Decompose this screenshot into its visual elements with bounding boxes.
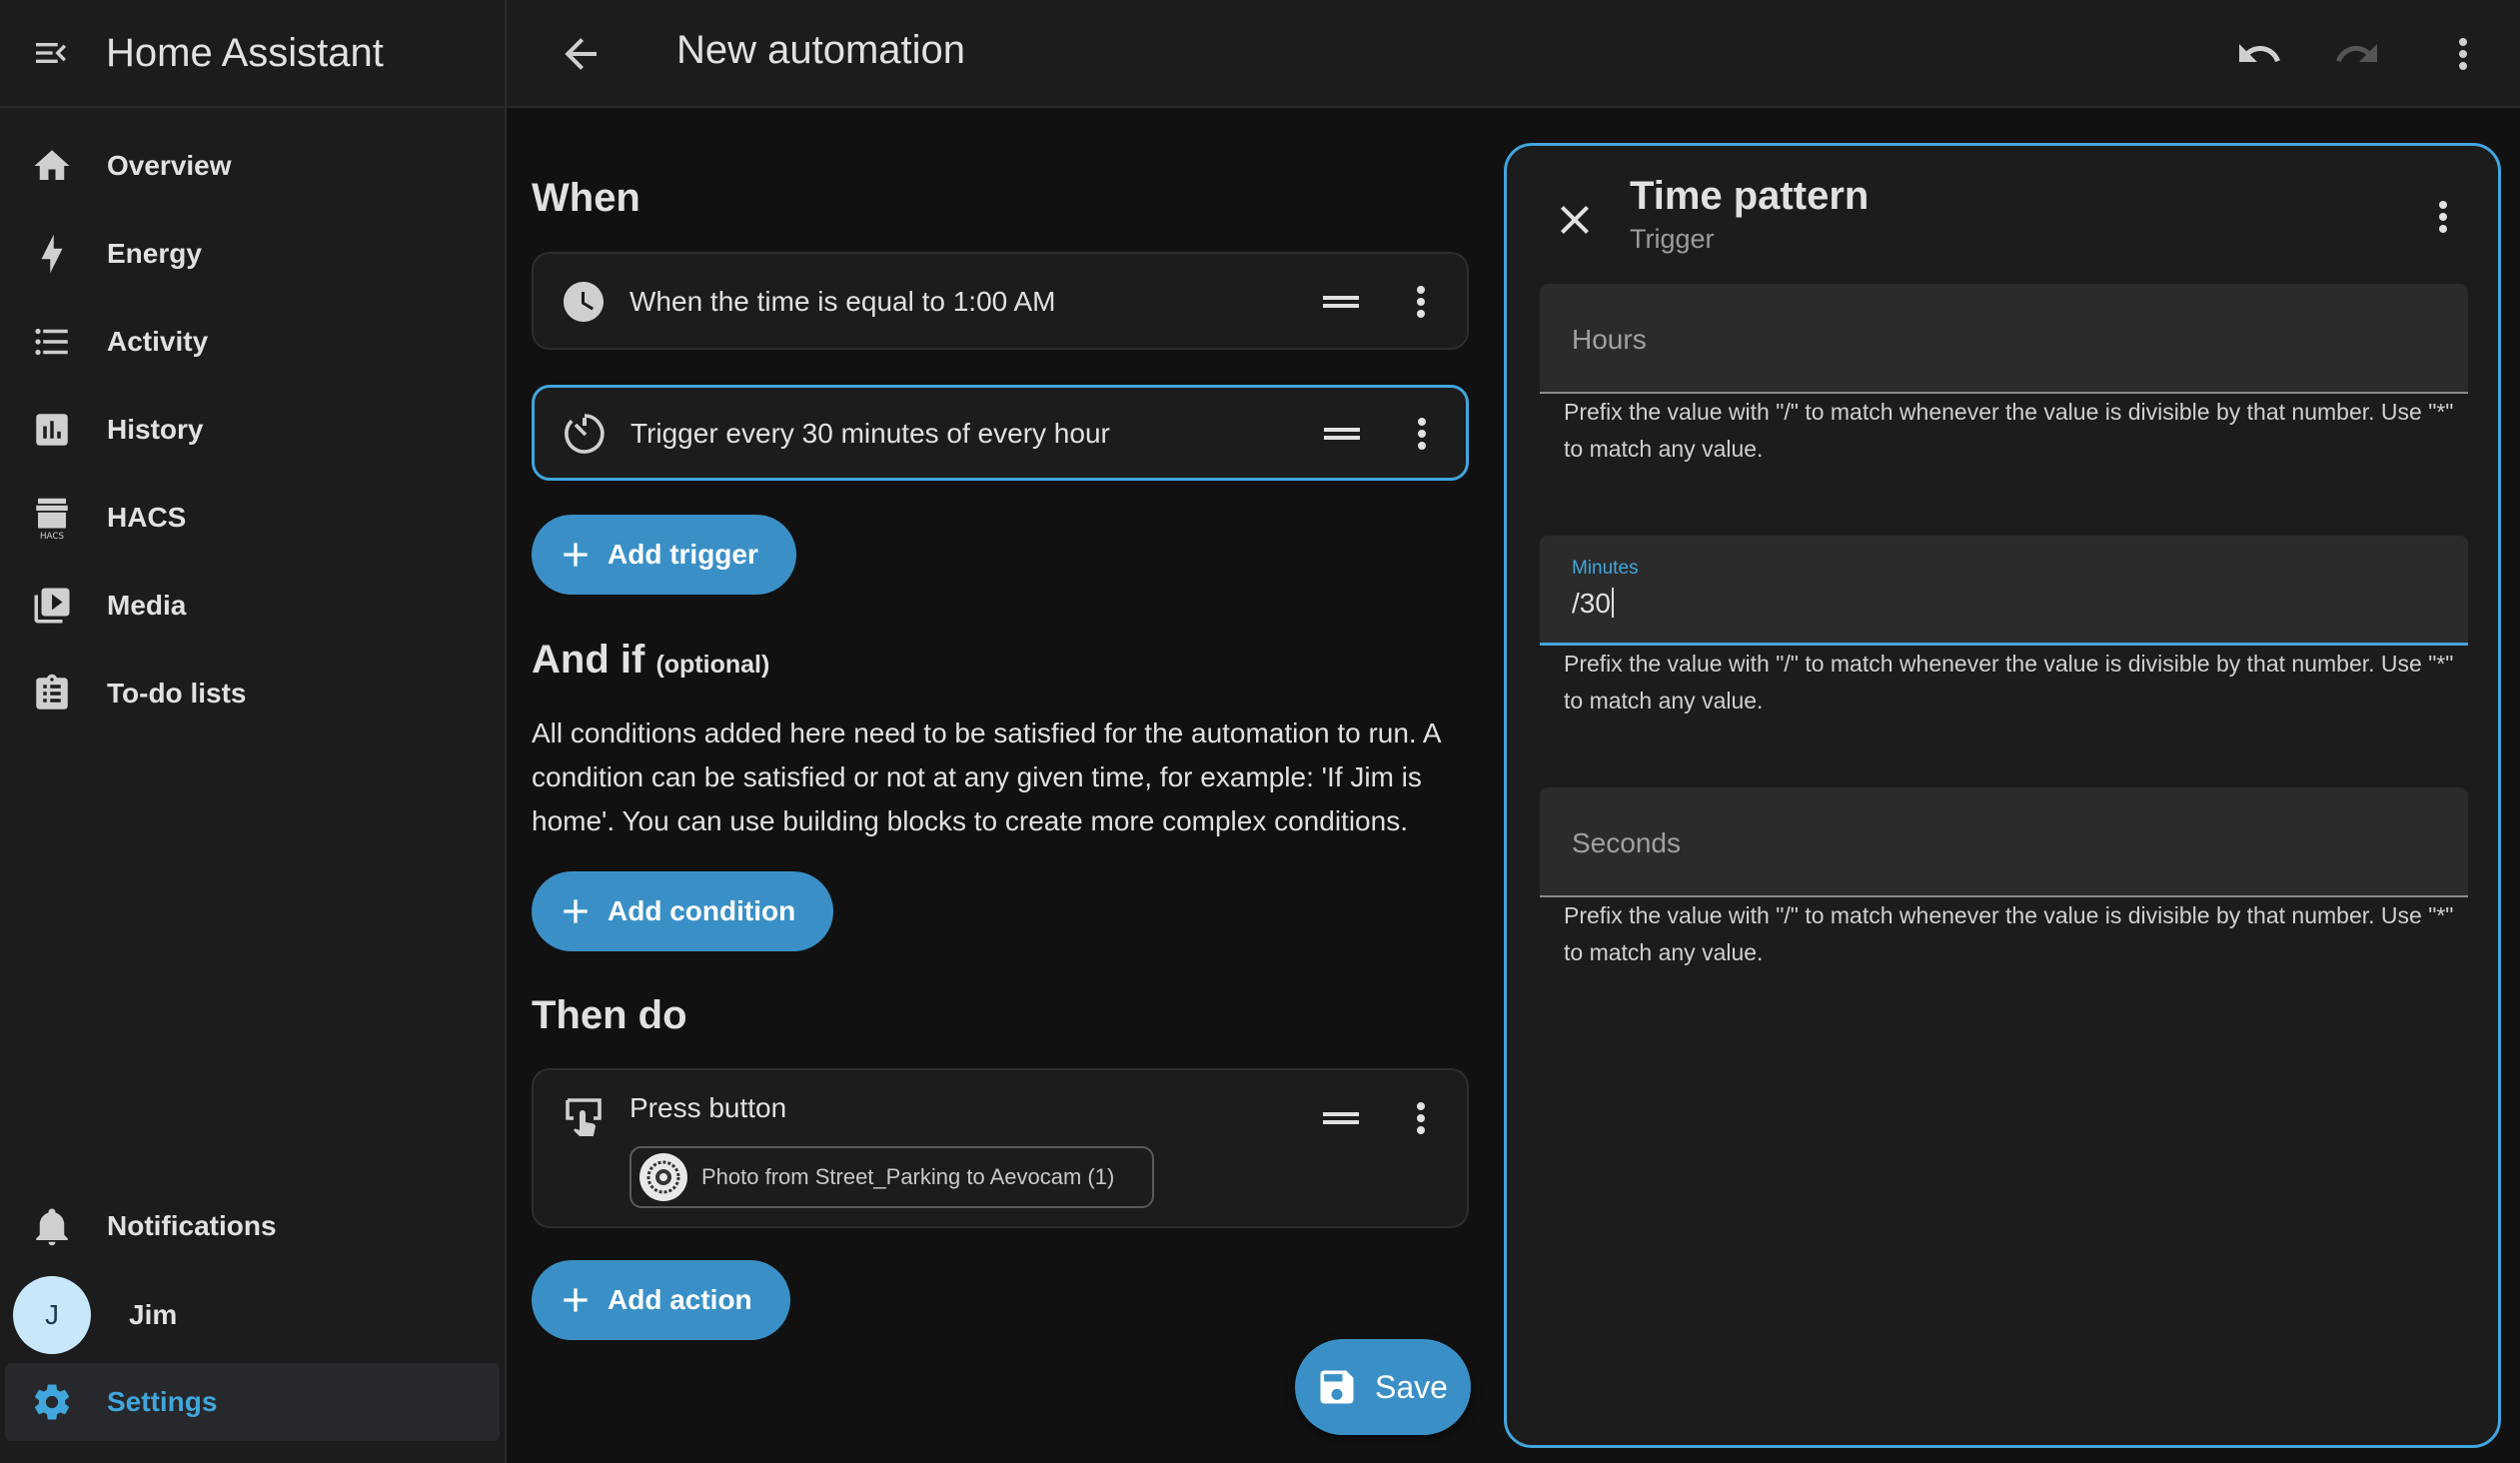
sidebar-item-label: Overview bbox=[107, 150, 232, 181]
plus-icon bbox=[556, 891, 596, 931]
more-vertical-icon[interactable] bbox=[1398, 410, 1446, 458]
close-icon[interactable] bbox=[1551, 196, 1599, 244]
camera-entity-icon bbox=[639, 1153, 687, 1201]
bell-icon bbox=[29, 1203, 75, 1249]
user-name: Jim bbox=[129, 1299, 178, 1330]
content-save-icon bbox=[1315, 1365, 1359, 1409]
gesture-tap-button-icon bbox=[560, 1094, 608, 1142]
sidebar-item-todo-lists[interactable]: To-do lists bbox=[5, 655, 500, 732]
trigger-editor-pane: Time pattern Trigger Hours Prefix the va… bbox=[1504, 143, 2501, 1448]
add-trigger-label: Add trigger bbox=[608, 539, 758, 570]
add-condition-label: Add condition bbox=[608, 895, 796, 926]
pane-subtitle: Trigger bbox=[1630, 224, 1715, 254]
lightning-bolt-icon bbox=[29, 231, 75, 277]
app-title: Home Assistant bbox=[106, 30, 384, 75]
section-title-then-do: Then do bbox=[532, 993, 687, 1037]
minutes-field-label: Minutes bbox=[1572, 558, 1639, 579]
more-vertical-icon[interactable] bbox=[2419, 193, 2467, 241]
home-icon bbox=[29, 143, 75, 189]
sidebar-item-overview[interactable]: Overview bbox=[5, 127, 500, 205]
sidebar-item-activity[interactable]: Activity bbox=[5, 303, 500, 381]
add-condition-button[interactable]: Add condition bbox=[532, 871, 834, 951]
and-if-title: And if bbox=[532, 638, 645, 682]
more-vertical-icon[interactable] bbox=[1397, 1094, 1445, 1142]
svg-text:HACS: HACS bbox=[40, 532, 65, 541]
format-list-icon bbox=[29, 319, 75, 365]
optional-tag: (optional) bbox=[655, 651, 770, 679]
minutes-field-value: /30 bbox=[1572, 588, 1614, 620]
clock-icon bbox=[560, 278, 608, 326]
sidebar-item-label: Settings bbox=[107, 1386, 218, 1417]
add-action-button[interactable]: Add action bbox=[532, 1260, 790, 1340]
plus-icon bbox=[556, 535, 596, 575]
sidebar-item-label: Activity bbox=[107, 326, 209, 357]
more-vertical-icon[interactable] bbox=[2439, 30, 2487, 78]
sidebar-item-label: History bbox=[107, 414, 204, 445]
drag-handle-icon[interactable] bbox=[1318, 410, 1366, 458]
sidebar-item-settings[interactable]: Settings bbox=[5, 1363, 500, 1441]
add-trigger-button[interactable]: Add trigger bbox=[532, 515, 796, 595]
clipboard-list-icon bbox=[29, 671, 75, 717]
hours-helper-text: Prefix the value with "/" to match whene… bbox=[1564, 399, 2454, 462]
sidebar-item-label: To-do lists bbox=[107, 678, 247, 709]
section-title-and-if: And if (optional) bbox=[532, 638, 769, 683]
sidebar-item-hacs[interactable]: HACS HACS bbox=[5, 479, 500, 557]
sidebar-item-energy[interactable]: Energy bbox=[5, 215, 500, 293]
undo-icon[interactable] bbox=[2235, 30, 2283, 78]
target-entity-chip[interactable]: Photo from Street_Parking to Aevocam (1) bbox=[630, 1146, 1154, 1208]
conditions-description: All conditions added here need to be sat… bbox=[532, 718, 1441, 836]
sidebar-item-user[interactable]: J Jim bbox=[5, 1276, 500, 1354]
redo-icon[interactable] bbox=[2333, 30, 2381, 78]
toolbar: New automation bbox=[507, 0, 2520, 108]
play-box-multiple-icon bbox=[29, 583, 75, 629]
sidebar-item-notifications[interactable]: Notifications bbox=[5, 1187, 500, 1265]
sidebar-item-media[interactable]: Media bbox=[5, 567, 500, 645]
gear-icon bbox=[29, 1379, 75, 1425]
drag-handle-icon[interactable] bbox=[1317, 1094, 1365, 1142]
action-card[interactable]: Press button Photo from Street_Parking t… bbox=[532, 1068, 1469, 1228]
trigger-card[interactable]: When the time is equal to 1:00 AM bbox=[532, 252, 1469, 350]
plus-icon bbox=[556, 1280, 596, 1320]
page-title: New automation bbox=[676, 28, 966, 72]
more-vertical-icon[interactable] bbox=[1397, 278, 1445, 326]
drag-handle-icon[interactable] bbox=[1317, 278, 1365, 326]
minutes-field[interactable]: Minutes /30 bbox=[1540, 536, 2468, 646]
sidebar: Home Assistant Overview Energy Activity … bbox=[0, 0, 507, 1463]
trigger-label: Trigger every 30 minutes of every hour bbox=[630, 418, 1110, 449]
back-arrow-icon[interactable] bbox=[557, 30, 605, 78]
seconds-field[interactable]: Seconds bbox=[1540, 787, 2468, 897]
save-button[interactable]: Save bbox=[1295, 1339, 1471, 1435]
trigger-label: When the time is equal to 1:00 AM bbox=[630, 286, 1056, 317]
hours-field-label: Hours bbox=[1572, 324, 1647, 355]
sidebar-item-label: HACS bbox=[107, 502, 187, 533]
action-label: Press button bbox=[630, 1092, 787, 1123]
sidebar-item-label: Media bbox=[107, 590, 187, 621]
menu-toggle-icon[interactable] bbox=[30, 32, 72, 74]
pane-title: Time pattern bbox=[1630, 174, 1870, 218]
save-label: Save bbox=[1375, 1368, 1448, 1405]
sidebar-item-label: Energy bbox=[107, 238, 202, 269]
chart-box-icon bbox=[29, 407, 75, 453]
hacs-icon: HACS bbox=[29, 495, 75, 541]
sidebar-item-label: Notifications bbox=[107, 1210, 277, 1241]
seconds-helper-text: Prefix the value with "/" to match whene… bbox=[1564, 902, 2454, 965]
timer-outline-icon bbox=[561, 410, 609, 458]
target-entity-label: Photo from Street_Parking to Aevocam (1) bbox=[701, 1164, 1115, 1189]
hours-field[interactable]: Hours bbox=[1540, 284, 2468, 394]
trigger-card-selected[interactable]: Trigger every 30 minutes of every hour bbox=[532, 385, 1469, 481]
sidebar-item-history[interactable]: History bbox=[5, 391, 500, 469]
sidebar-header: Home Assistant bbox=[0, 0, 505, 108]
add-action-label: Add action bbox=[608, 1284, 752, 1315]
avatar: J bbox=[13, 1276, 91, 1354]
seconds-field-label: Seconds bbox=[1572, 827, 1681, 858]
section-title-when: When bbox=[532, 176, 640, 220]
minutes-helper-text: Prefix the value with "/" to match whene… bbox=[1564, 651, 2454, 714]
